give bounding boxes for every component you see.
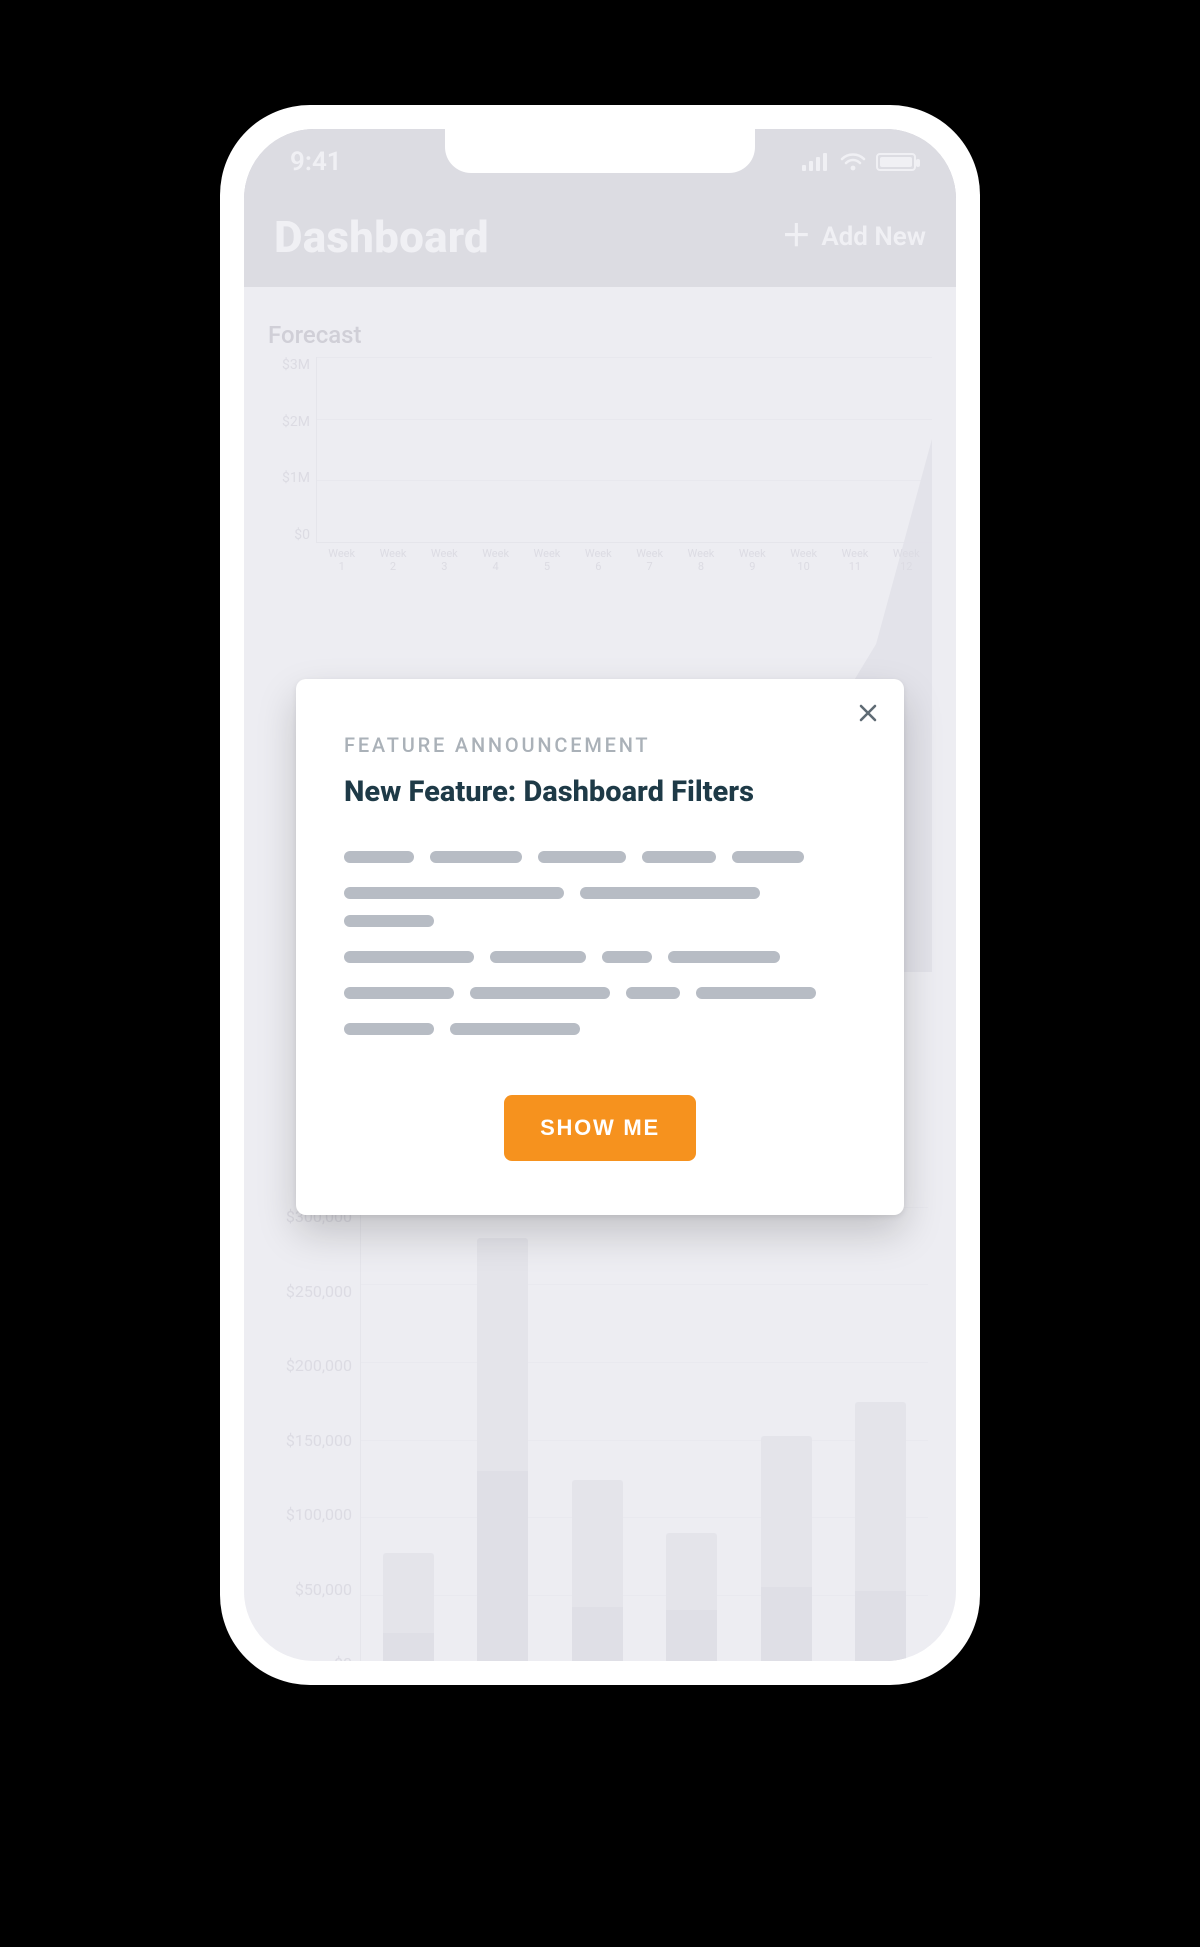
bar-column	[739, 1207, 834, 1661]
bar-column	[456, 1207, 551, 1661]
forecast-x-axis: Week1Week2Week3Week4Week5Week6Week7Week8…	[316, 547, 932, 573]
app-header: Dashboard ＋ Add New	[244, 195, 956, 287]
modal-title: New Feature: Dashboard Filters	[344, 775, 856, 809]
status-indicators	[802, 153, 916, 171]
bar-y-tick: $50,000	[262, 1580, 352, 1599]
feature-announcement-modal: FEATURE ANNOUNCEMENT New Feature: Dashbo…	[296, 679, 904, 1215]
placeholder-bar	[490, 951, 586, 963]
placeholder-row	[344, 951, 856, 963]
placeholder-bar	[626, 987, 680, 999]
forecast-chart: $3M$2M$1M$0 Week1Week2Week3Week4Week5Wee…	[262, 357, 938, 567]
placeholder-bar	[470, 987, 610, 999]
placeholder-bar	[344, 1023, 434, 1035]
phone-screen: 9:41 Dashboard ＋ Add New Forecast	[244, 129, 956, 1661]
bar-chart-section: $300,000$250,000$200,000$150,000$100,000…	[262, 1207, 938, 1661]
phone-notch	[445, 129, 755, 173]
stacked-bar	[572, 1480, 623, 1661]
forecast-x-tick: Week3	[419, 547, 470, 573]
bar-y-tick: $0	[262, 1654, 352, 1661]
bar-column	[834, 1207, 929, 1661]
wifi-icon	[840, 153, 866, 171]
forecast-x-tick: Week10	[778, 547, 829, 573]
forecast-y-tick: $0	[262, 527, 310, 543]
stacked-bar	[383, 1553, 434, 1661]
add-new-button[interactable]: ＋ Add New	[781, 222, 926, 252]
bars-container	[361, 1207, 928, 1661]
forecast-card-title: Forecast	[262, 311, 938, 357]
forecast-x-tick: Week4	[470, 547, 521, 573]
bar-y-tick: $200,000	[262, 1356, 352, 1375]
placeholder-row	[344, 887, 856, 927]
forecast-x-tick: Week12	[881, 547, 932, 573]
placeholder-bar	[642, 851, 716, 863]
placeholder-bar	[538, 851, 626, 863]
forecast-plot	[316, 357, 932, 543]
status-time: 9:41	[290, 147, 342, 177]
stacked-bar	[855, 1402, 906, 1661]
stacked-bar	[761, 1436, 812, 1661]
battery-icon	[876, 153, 916, 171]
forecast-y-axis: $3M $2M $1M $0	[262, 357, 316, 543]
placeholder-bar	[602, 951, 652, 963]
forecast-y-tick: $2M	[262, 414, 310, 430]
bar-plot	[360, 1207, 928, 1661]
stacked-bar	[666, 1533, 717, 1662]
bar-column	[361, 1207, 456, 1661]
forecast-y-tick: $1M	[262, 470, 310, 486]
placeholder-bar	[580, 887, 760, 899]
bar-y-axis: $300,000$250,000$200,000$150,000$100,000…	[262, 1207, 360, 1661]
bar-chart: $300,000$250,000$200,000$150,000$100,000…	[262, 1207, 938, 1661]
page-title: Dashboard	[274, 211, 489, 263]
placeholder-bar	[344, 915, 434, 927]
placeholder-row	[344, 1023, 856, 1035]
placeholder-bar	[430, 851, 522, 863]
plus-icon: ＋	[781, 222, 811, 252]
placeholder-bar	[344, 887, 564, 899]
forecast-x-tick: Week11	[829, 547, 880, 573]
close-icon	[858, 703, 878, 723]
placeholder-bar	[344, 951, 474, 963]
placeholder-row	[344, 987, 856, 999]
bar-y-tick: $250,000	[262, 1282, 352, 1301]
bar-column	[550, 1207, 645, 1661]
forecast-x-tick: Week2	[367, 547, 418, 573]
forecast-x-tick: Week9	[727, 547, 778, 573]
forecast-x-tick: Week7	[624, 547, 675, 573]
bar-column	[645, 1207, 740, 1661]
modal-close-button[interactable]	[852, 697, 884, 729]
modal-body	[344, 851, 856, 1035]
placeholder-bar	[696, 987, 816, 999]
placeholder-bar	[668, 951, 780, 963]
forecast-x-tick: Week5	[521, 547, 572, 573]
forecast-y-tick: $3M	[262, 357, 310, 373]
forecast-x-tick: Week8	[675, 547, 726, 573]
forecast-x-tick: Week6	[573, 547, 624, 573]
show-me-button[interactable]: SHOW ME	[504, 1095, 696, 1161]
placeholder-bar	[450, 1023, 580, 1035]
forecast-x-tick: Week1	[316, 547, 367, 573]
phone-frame: 9:41 Dashboard ＋ Add New Forecast	[220, 105, 980, 1685]
add-new-label: Add New	[821, 222, 926, 252]
cellular-signal-icon	[802, 153, 830, 171]
placeholder-bar	[344, 851, 414, 863]
bar-y-tick: $100,000	[262, 1505, 352, 1524]
placeholder-bar	[344, 987, 454, 999]
placeholder-row	[344, 851, 856, 863]
modal-eyebrow: FEATURE ANNOUNCEMENT	[344, 733, 856, 757]
bar-y-tick: $150,000	[262, 1431, 352, 1450]
stacked-bar	[477, 1238, 528, 1661]
placeholder-bar	[732, 851, 804, 863]
